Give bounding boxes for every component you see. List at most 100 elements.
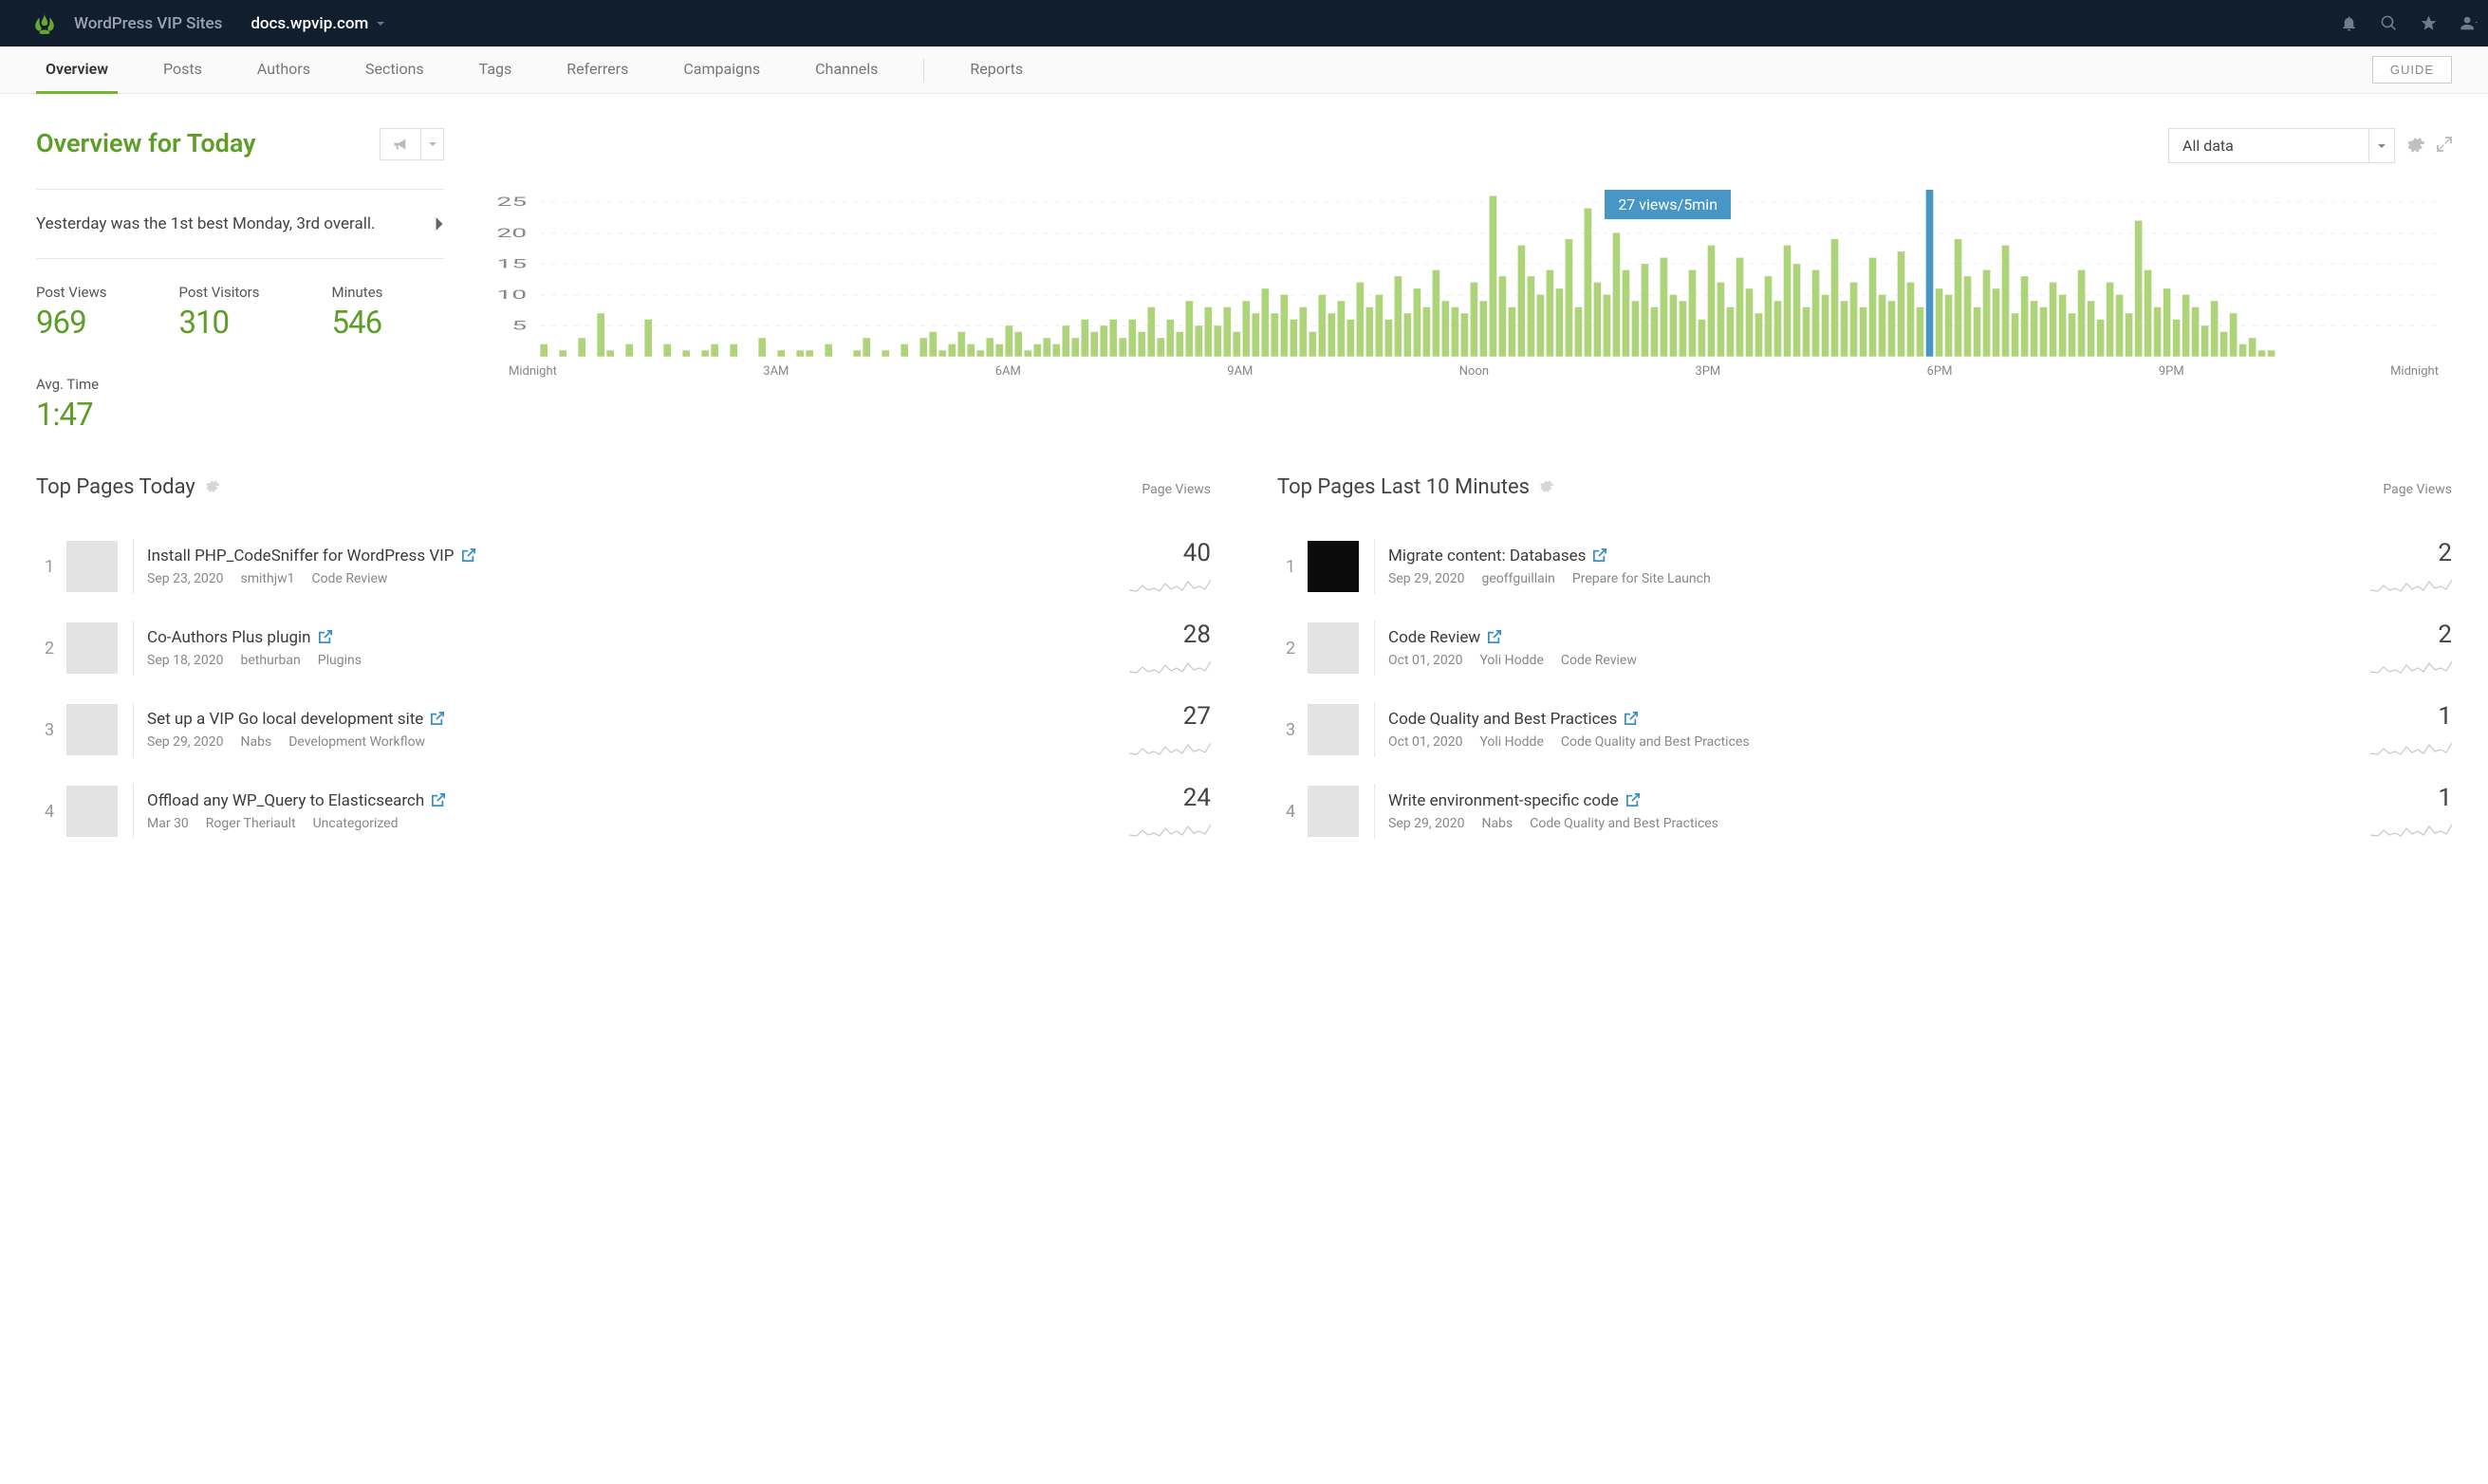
search-button[interactable] xyxy=(2368,0,2408,46)
page-row[interactable]: 2 Code Review Oct 01, 2020 Yoli Hodde Co… xyxy=(1277,607,2452,689)
external-link-icon xyxy=(1488,630,1501,643)
external-link-button[interactable] xyxy=(1625,711,1638,729)
section-settings-button[interactable] xyxy=(1539,478,1554,497)
page-row[interactable]: 4 Offload any WP_Query to Elasticsearch … xyxy=(36,770,1211,852)
chart-tick: Midnight xyxy=(2390,364,2439,379)
metric-value: 546 xyxy=(332,305,383,342)
page-thumbnail xyxy=(66,786,118,837)
data-filter-select[interactable]: All data xyxy=(2168,128,2395,163)
metric-avg-time: Avg. Time 1:47 xyxy=(36,376,99,434)
page-row[interactable]: 1 Migrate content: Databases Sep 29, 202… xyxy=(1277,526,2452,607)
announce-dropdown[interactable] xyxy=(421,128,444,160)
user-menu-button[interactable] xyxy=(2448,0,2488,46)
main-nav: Overview Posts Authors Sections Tags Ref… xyxy=(0,46,2488,94)
gear-icon xyxy=(2406,135,2425,154)
tab-channels[interactable]: Channels xyxy=(806,46,887,94)
insight-text: Yesterday was the 1st best Monday, 3rd o… xyxy=(36,214,375,233)
notifications-button[interactable] xyxy=(2329,0,2368,46)
page-date: Sep 23, 2020 xyxy=(147,571,224,586)
page-category: Uncategorized xyxy=(313,816,399,831)
external-link-icon xyxy=(1625,712,1638,725)
chart-settings-button[interactable] xyxy=(2406,135,2425,158)
page-sparkline xyxy=(1129,655,1211,676)
external-link-icon xyxy=(1626,793,1640,807)
external-link-button[interactable] xyxy=(319,629,332,647)
section-title: Top Pages Today xyxy=(36,475,195,499)
page-author: Roger Theriault xyxy=(206,816,296,831)
chart-tick: Noon xyxy=(1459,364,1489,379)
tab-posts[interactable]: Posts xyxy=(154,46,212,94)
external-link-button[interactable] xyxy=(1593,547,1606,566)
external-link-icon xyxy=(462,548,475,562)
metric-label: Minutes xyxy=(332,284,383,301)
page-meta: Oct 01, 2020 Yoli Hodde Code Review xyxy=(1388,653,2363,668)
page-date: Mar 30 xyxy=(147,816,189,831)
tab-overview[interactable]: Overview xyxy=(36,46,118,94)
external-link-button[interactable] xyxy=(1488,629,1501,647)
page-thumbnail xyxy=(66,622,118,674)
section-settings-button[interactable] xyxy=(205,478,220,497)
external-link-button[interactable] xyxy=(462,547,475,566)
page-title: Code Quality and Best Practices xyxy=(1388,710,1617,729)
chart-tick: 9PM xyxy=(2159,364,2184,379)
page-row[interactable]: 3 Set up a VIP Go local development site… xyxy=(36,689,1211,770)
tab-tags[interactable]: Tags xyxy=(470,46,522,94)
page-title: Install PHP_CodeSniffer for WordPress VI… xyxy=(147,547,455,566)
page-author: bethurban xyxy=(241,653,301,668)
chart-tick: 3PM xyxy=(1695,364,1720,379)
gear-icon xyxy=(205,478,220,493)
page-row[interactable]: 2 Co-Authors Plus plugin Sep 18, 2020 be… xyxy=(36,607,1211,689)
page-views-count: 27 xyxy=(1169,702,1211,731)
page-sparkline xyxy=(1129,573,1211,594)
page-date: Sep 29, 2020 xyxy=(147,734,224,750)
metric-minutes: Minutes 546 xyxy=(332,284,383,342)
tab-authors[interactable]: Authors xyxy=(248,46,320,94)
chevron-down-icon xyxy=(2377,141,2386,151)
chart-tick: 6AM xyxy=(995,364,1021,379)
chart-x-axis: Midnight3AM6AM9AMNoon3PM6PM9PMMidnight xyxy=(482,361,2452,379)
section-sublabel: Page Views xyxy=(1142,482,1211,497)
section-title: Top Pages Last 10 Minutes xyxy=(1277,475,1530,499)
page-row[interactable]: 4 Write environment-specific code Sep 29… xyxy=(1277,770,2452,852)
tab-campaigns[interactable]: Campaigns xyxy=(674,46,770,94)
page-category: Development Workflow xyxy=(288,734,425,750)
page-row[interactable]: 1 Install PHP_CodeSniffer for WordPress … xyxy=(36,526,1211,607)
tab-referrers[interactable]: Referrers xyxy=(557,46,638,94)
page-meta: Sep 18, 2020 bethurban Plugins xyxy=(147,653,1122,668)
page-category: Code Review xyxy=(311,571,387,586)
views-chart[interactable]: 27 views/5min 510152025 Midnight3AM6AM9A… xyxy=(482,190,2452,389)
page-list: 1 Migrate content: Databases Sep 29, 202… xyxy=(1277,526,2452,852)
guide-button[interactable]: GUIDE xyxy=(2372,56,2452,83)
star-icon xyxy=(2420,14,2438,32)
external-link-button[interactable] xyxy=(431,711,444,729)
metric-post-visitors: Post Visitors 310 xyxy=(178,284,259,342)
user-icon xyxy=(2460,14,2478,32)
metrics-grid: Post Views 969 Post Visitors 310 Minutes… xyxy=(36,259,444,434)
tab-reports[interactable]: Reports xyxy=(960,46,1032,94)
top-pages-area: Top Pages Today Page Views 1 Install PHP… xyxy=(0,443,2488,852)
data-filter-value: All data xyxy=(2169,129,2368,162)
page-title: Migrate content: Databases xyxy=(1388,547,1586,566)
tab-sections[interactable]: Sections xyxy=(356,46,434,94)
content-area: Overview for Today Yesterday was the 1st… xyxy=(0,94,2488,443)
favorites-button[interactable] xyxy=(2408,0,2448,46)
org-name[interactable]: WordPress VIP Sites xyxy=(74,14,222,33)
external-link-button[interactable] xyxy=(432,792,445,810)
chart-expand-button[interactable] xyxy=(2437,137,2452,156)
insight-row[interactable]: Yesterday was the 1st best Monday, 3rd o… xyxy=(36,190,444,259)
page-author: smithjw1 xyxy=(241,571,295,586)
metric-post-views: Post Views 969 xyxy=(36,284,106,342)
page-thumbnail xyxy=(66,704,118,755)
search-icon xyxy=(2380,14,2398,32)
page-row[interactable]: 3 Code Quality and Best Practices Oct 01… xyxy=(1277,689,2452,770)
external-link-button[interactable] xyxy=(1626,792,1640,810)
svg-text:20: 20 xyxy=(496,227,527,240)
page-author: Yoli Hodde xyxy=(1479,653,1543,668)
page-title: Co-Authors Plus plugin xyxy=(147,628,311,647)
announce-button[interactable] xyxy=(380,128,421,160)
site-name: docs.wpvip.com xyxy=(251,14,368,33)
page-sparkline xyxy=(2370,655,2452,676)
site-selector[interactable]: docs.wpvip.com xyxy=(251,14,385,33)
page-thumbnail xyxy=(1308,704,1359,755)
page-date: Sep 29, 2020 xyxy=(1388,816,1465,831)
